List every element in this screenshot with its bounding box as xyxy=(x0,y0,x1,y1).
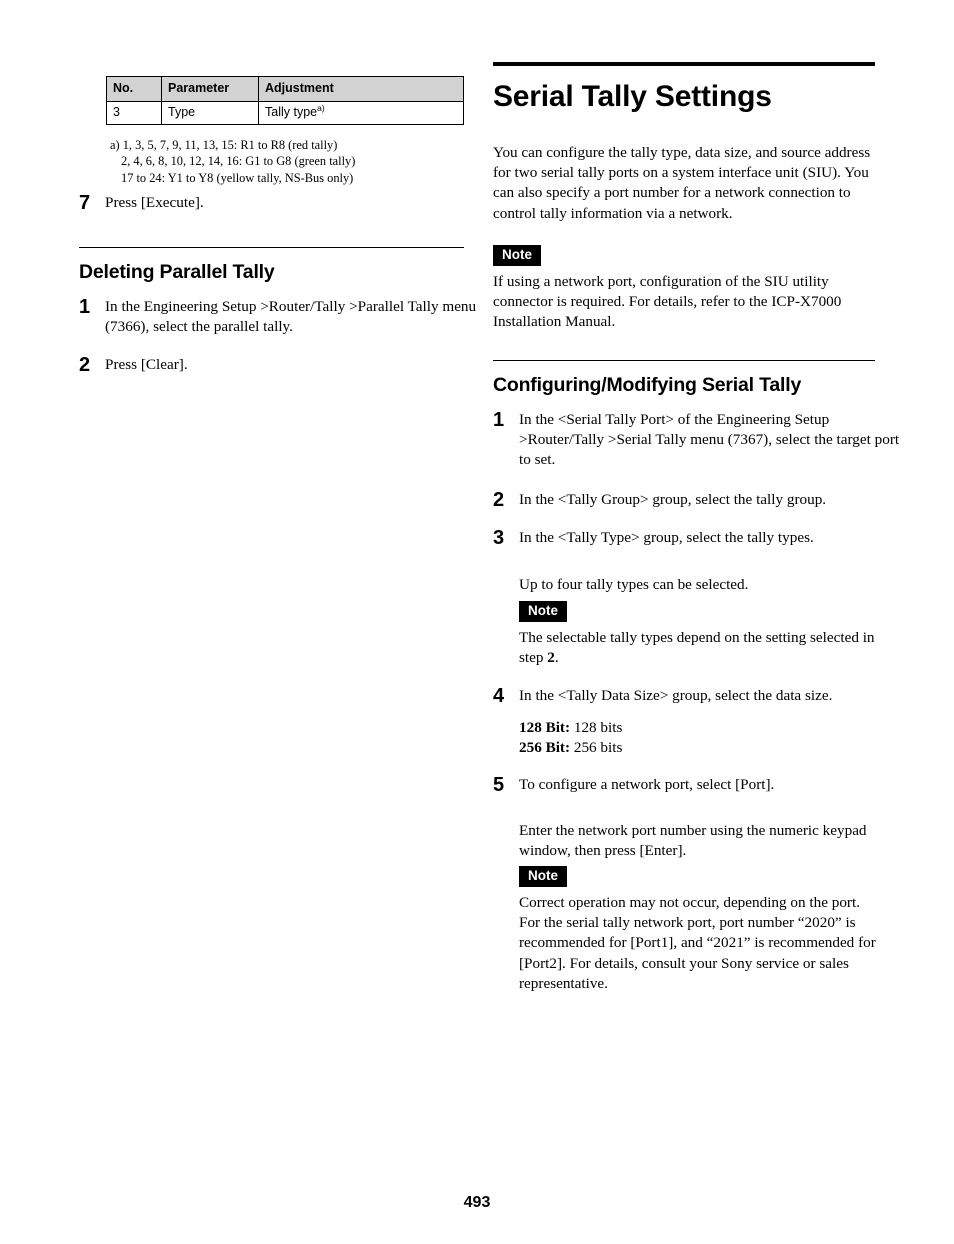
adjustment-value: Tally type xyxy=(265,105,318,120)
manual-page: No. Parameter Adjustment 3 Type Tally ty… xyxy=(0,0,954,1244)
note-text-after: . xyxy=(554,649,559,667)
step-text: In the <Tally Type> group, select the ta… xyxy=(519,529,814,546)
right-step-4: 4 In the <Tally Data Size> group, select… xyxy=(493,685,901,707)
table-cell-parameter: Type xyxy=(161,101,259,125)
section-top-rule xyxy=(493,62,875,66)
step-number: 4 xyxy=(493,685,505,707)
note-step-reference: 2 xyxy=(547,649,555,667)
option-value: 256 bits xyxy=(573,739,623,757)
note-badge: Note xyxy=(519,601,567,622)
footnote-marker-a: a) xyxy=(317,103,325,114)
intro-paragraph: You can configure the tally type, data s… xyxy=(493,144,871,222)
table-row: 3 Type Tally typea) xyxy=(106,101,464,125)
right-step-5: 5 To configure a network port, select [P… xyxy=(493,774,901,796)
footnote-line-2: 2, 4, 6, 8, 10, 12, 14, 16: G1 to G8 (gr… xyxy=(121,154,356,169)
table-footnote: a) 1, 3, 5, 7, 9, 11, 13, 15: R1 to R8 (… xyxy=(110,137,460,186)
step-number: 1 xyxy=(493,409,505,431)
right-step-2: 2 In the <Tally Group> group, select the… xyxy=(493,489,901,511)
subsection-divider xyxy=(79,247,464,248)
table-header-parameter: Parameter xyxy=(161,76,259,102)
note-text: The selectable tally types depend on the… xyxy=(519,628,901,668)
table-cell-adjustment: Tally typea) xyxy=(258,101,464,125)
deleting-parallel-tally-heading: Deleting Parallel Tally xyxy=(79,261,275,283)
footnote-line-1: a) 1, 3, 5, 7, 9, 11, 13, 15: R1 to R8 (… xyxy=(110,138,338,152)
step-text: Press [Execute]. xyxy=(105,194,204,211)
step-number: 2 xyxy=(79,354,91,376)
step-number: 3 xyxy=(493,527,505,549)
step-3-extra-text: Up to four tally types can be selected. xyxy=(519,576,749,594)
note-text-line-2: For the serial tally network port, port … xyxy=(519,914,876,992)
step-number: 1 xyxy=(79,296,91,318)
step-text: In the <Serial Tally Port> of the Engine… xyxy=(519,411,900,469)
step-number: 7 xyxy=(79,192,91,214)
table-header-adjustment: Adjustment xyxy=(258,76,464,102)
step-5-extra-text: Enter the network port number using the … xyxy=(519,822,867,860)
note-badge: Note xyxy=(493,245,541,266)
option-row: 256 Bit: 256 bits xyxy=(519,738,875,758)
note-block-3: Note Correct operation may not occur, de… xyxy=(493,866,901,1009)
right-step-3: 3 In the <Tally Type> group, select the … xyxy=(493,527,901,549)
note-text-before: The selectable tally types depend on the… xyxy=(519,628,875,667)
note-block-1: Note If using a network port, configurat… xyxy=(493,245,875,348)
right-step-1: 1 In the <Serial Tally Port> of the Engi… xyxy=(493,409,901,471)
left-step-1: 1 In the Engineering Setup >Router/Tally… xyxy=(79,296,490,337)
table-cell-no: 3 xyxy=(106,101,162,125)
option-label: 256 Bit: xyxy=(519,739,571,757)
step-text: Press [Clear]. xyxy=(105,356,188,373)
left-step-7: 7 Press [Execute]. xyxy=(79,192,490,214)
option-label: 128 Bit: xyxy=(519,719,571,736)
page-number: 493 xyxy=(463,1194,491,1211)
note-text-line-1: Correct operation may not occur, dependi… xyxy=(519,893,861,911)
table-header-row: No. Parameter Adjustment xyxy=(106,76,464,102)
note-text: If using a network port, configuration o… xyxy=(493,272,842,331)
left-step-2: 2 Press [Clear]. xyxy=(79,354,490,376)
step-text: In the <Tally Group> group, select the t… xyxy=(519,491,827,508)
configuring-serial-tally-heading: Configuring/Modifying Serial Tally xyxy=(493,374,802,396)
option-value: 128 bits xyxy=(573,719,623,736)
subsection-divider xyxy=(493,360,875,361)
step-number: 2 xyxy=(493,489,505,511)
step-text: In the <Tally Data Size> group, select t… xyxy=(519,687,833,704)
note-badge: Note xyxy=(519,866,567,887)
note-block-2: Note The selectable tally types depend o… xyxy=(493,601,901,684)
parameter-table: No. Parameter Adjustment 3 Type Tally ty… xyxy=(106,76,464,125)
option-row: 128 Bit: 128 bits xyxy=(519,718,875,738)
step-4-options: 128 Bit: 128 bits 256 Bit: 256 bits xyxy=(493,718,875,758)
step-number: 5 xyxy=(493,774,505,796)
page-title: Serial Tally Settings xyxy=(493,80,772,113)
table-header-no: No. xyxy=(106,76,162,102)
step-text: In the Engineering Setup >Router/Tally >… xyxy=(105,298,477,336)
footnote-line-3: 17 to 24: Y1 to Y8 (yellow tally, NS-Bus… xyxy=(121,170,354,185)
step-text: To configure a network port, select [Por… xyxy=(519,776,775,793)
